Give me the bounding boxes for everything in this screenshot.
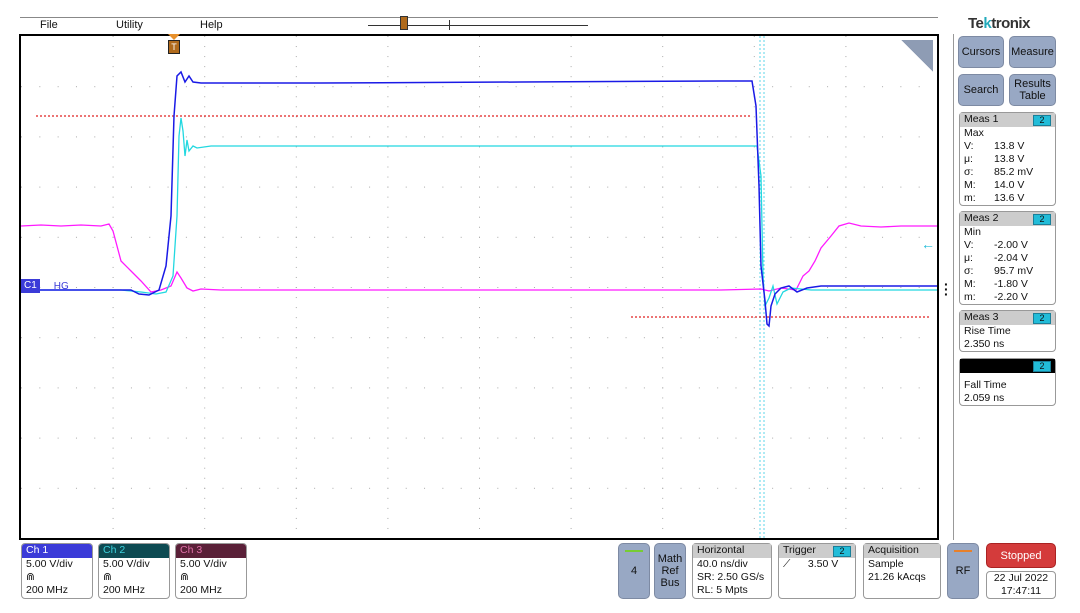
meas-3-badge[interactable]: Meas 32 Rise Time 2.350 ns: [959, 310, 1056, 352]
trigger-level-arrow-icon[interactable]: ←: [921, 236, 935, 252]
meas-4-badge[interactable]: 2 Fall Time 2.059 ns: [959, 358, 1056, 406]
math-ref-bus-button[interactable]: Math Ref Bus: [654, 543, 686, 599]
ch3-badge[interactable]: Ch 3 5.00 V/div ⋒ 200 MHz: [175, 543, 247, 599]
tektronix-logo: Tektronix: [968, 15, 1030, 32]
horizontal-badge[interactable]: Horizontal 40.0 ns/div SR: 2.50 GS/s RL: 5…: [692, 543, 772, 599]
menu-bar: File Utility Help: [20, 16, 938, 33]
menu-utility[interactable]: Utility: [116, 19, 143, 31]
rf-button[interactable]: RF: [947, 543, 979, 599]
meas-2-badge[interactable]: Meas 22 Min V: -2.00 V μ: -2.04 V σ: 95.7 m…: [959, 211, 1056, 305]
trigger-badge[interactable]: Trigger 2 ⟋ 3.50 V: [778, 543, 856, 599]
results-table-button[interactable]: Results Table: [1009, 74, 1056, 106]
bandwidth-limit-icon: ⋒: [180, 571, 189, 583]
waveform-display[interactable]: T C1 HG ←: [19, 34, 939, 540]
search-button[interactable]: Search: [958, 74, 1004, 106]
rising-edge-icon: ⟋: [783, 558, 791, 570]
ch1-badge[interactable]: Ch 1 5.00 V/div ⋒ 200 MHz: [21, 543, 93, 599]
menu-file[interactable]: File: [40, 19, 58, 31]
bandwidth-limit-icon: ⋒: [26, 571, 35, 583]
menu-help[interactable]: Help: [200, 19, 223, 31]
ch2-badge[interactable]: Ch 2 5.00 V/div ⋒ 200 MHz: [98, 543, 170, 599]
meas-1-badge[interactable]: Meas 12 Max V: 13.8 V μ: 13.8 V σ: 85.2 mV …: [959, 112, 1056, 206]
zoom-magnifier-icon[interactable]: [901, 40, 933, 72]
measure-button[interactable]: Measure: [1009, 36, 1056, 68]
cursors-button[interactable]: Cursors: [958, 36, 1004, 68]
graticule: [21, 36, 920, 529]
run-stop-button[interactable]: Stopped: [986, 543, 1056, 568]
trigger-time-marker[interactable]: T: [168, 34, 180, 58]
date-time-display: 22 Jul 2022 17:47:11: [986, 571, 1056, 599]
acquisition-badge[interactable]: Acquisition Sample 21.26 kAcqs: [863, 543, 941, 599]
ch4-button[interactable]: 4: [618, 543, 650, 599]
ch1-ground-marker[interactable]: C1 HG: [21, 279, 69, 293]
trigger-position-marker[interactable]: [400, 16, 408, 30]
more-options-icon[interactable]: · · ·: [944, 277, 949, 301]
view-indicator: [449, 20, 450, 30]
bandwidth-limit-icon: ⋒: [103, 571, 112, 583]
